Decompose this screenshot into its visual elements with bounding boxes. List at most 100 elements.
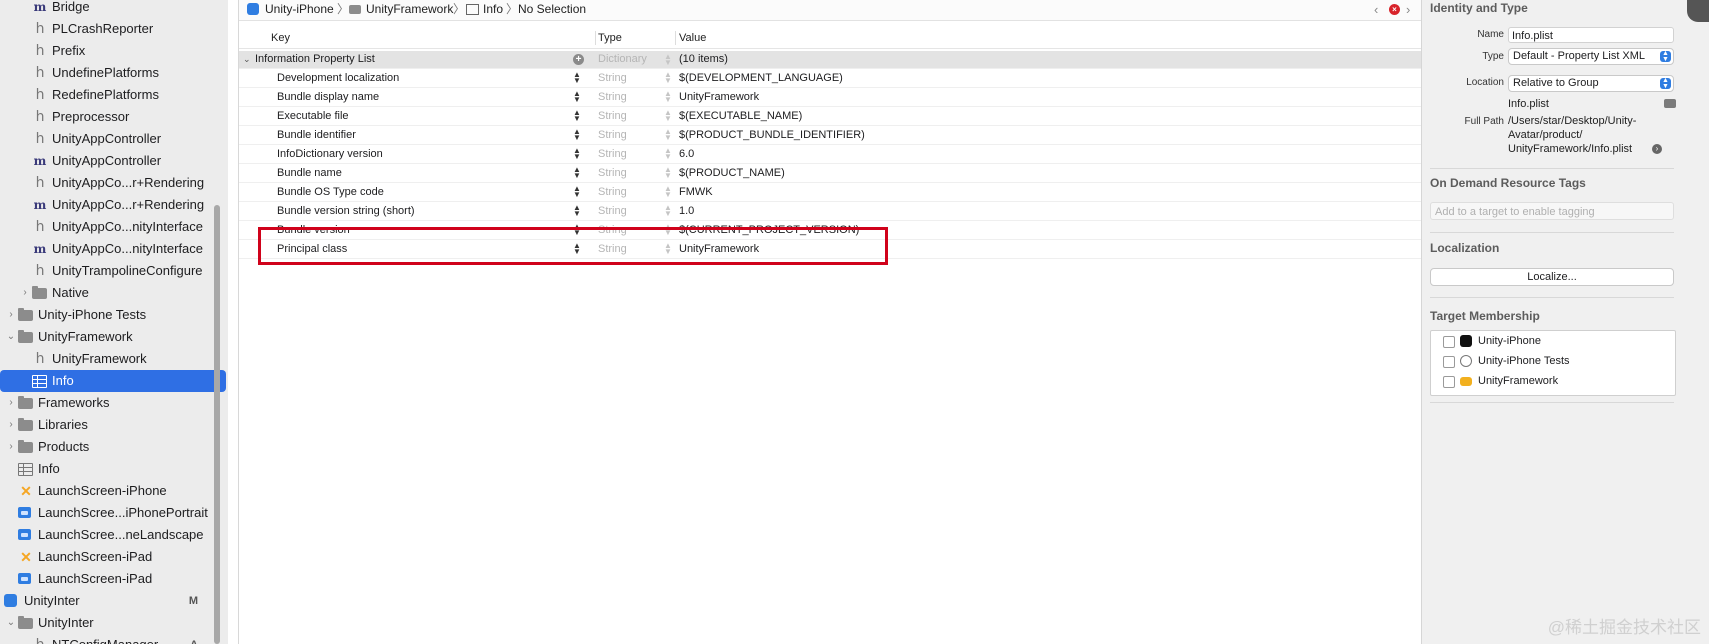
plist-value[interactable]: 1.0 [679,202,694,220]
tags-field[interactable]: Add to a target to enable tagging [1430,202,1674,220]
key-stepper-icon[interactable]: ▲ ▼ [573,147,581,161]
navigator-item[interactable]: h UnityFramework [0,348,228,370]
plist-row[interactable]: Bundle version string (short) ▲ ▼ String ▲ ▼ 1… [239,202,1421,221]
plist-value[interactable]: FMWK [679,183,713,201]
chevron-down-icon[interactable]: ⌄ [5,612,17,634]
navigator-item[interactable]: ⌄ UnityInter [0,612,228,634]
navigator-item[interactable]: › Unity-iPhone Tests [0,304,228,326]
navigator-item[interactable]: ⌄ UnityInter M [0,590,228,612]
reveal-arrow-icon[interactable]: › [1652,144,1662,154]
chevron-down-icon[interactable]: ⌄ [243,51,251,68]
navigator-item[interactable]: LaunchScree...neLandscape [0,524,228,546]
error-icon[interactable]: × [1389,4,1400,15]
type-stepper-icon[interactable]: ▲ ▼ [664,53,672,67]
key-stepper-icon[interactable]: ▲ ▼ [573,185,581,199]
plist-key[interactable]: Bundle name [277,164,342,182]
plist-row[interactable]: Bundle display name ▲ ▼ String ▲ ▼ UnityFramew… [239,88,1421,107]
plist-key[interactable]: Bundle OS Type code [277,183,384,201]
back-arrow-icon[interactable]: ‹ [1374,1,1378,19]
plist-type[interactable]: String [598,202,627,220]
target-row[interactable]: UnityFramework [1431,371,1675,391]
plist-key[interactable]: InfoDictionary version [277,145,383,163]
type-stepper-icon[interactable]: ▲ ▼ [664,109,672,123]
crumb-selection[interactable]: No Selection [518,0,586,18]
plist-value[interactable]: 6.0 [679,145,694,163]
plist-row[interactable]: InfoDictionary version ▲ ▼ String ▲ ▼ 6.0 [239,145,1421,164]
plist-row[interactable]: Bundle name ▲ ▼ String ▲ ▼ $(PRODUCT_NAME) [239,164,1421,183]
forward-arrow-icon[interactable]: › [1406,1,1410,19]
type-stepper-icon[interactable]: ▲ ▼ [664,185,672,199]
plist-value[interactable]: $(PRODUCT_NAME) [679,164,785,182]
navigator-item[interactable]: h UnityAppController [0,128,228,150]
plist-key[interactable]: Executable file [277,107,349,125]
navigator-item[interactable]: LaunchScree...iPhonePortrait [0,502,228,524]
add-item-icon[interactable]: + [573,54,584,65]
key-stepper-icon[interactable]: ▲ ▼ [573,71,581,85]
type-column-header[interactable]: Type [598,28,622,48]
plist-type[interactable]: String [598,126,627,144]
navigator-item[interactable]: › Frameworks [0,392,228,414]
plist-value[interactable]: $(PRODUCT_BUNDLE_IDENTIFIER) [679,126,865,144]
type-stepper-icon[interactable]: ▲ ▼ [664,128,672,142]
plist-type[interactable]: String [598,69,627,87]
plist-key[interactable]: Bundle version string (short) [277,202,415,220]
folder-icon[interactable] [1664,99,1676,108]
chevron-right-icon[interactable]: › [5,436,17,458]
navigator-item[interactable]: h UnityAppCo...r+Rendering [0,172,228,194]
root-type[interactable]: Dictionary [598,51,647,68]
key-column-header[interactable]: Key [271,28,290,48]
name-field[interactable]: Info.plist [1508,27,1674,43]
navigator-item[interactable]: ✕ LaunchScreen-iPad [0,546,228,568]
navigator-item[interactable]: h UnityAppCo...nityInterface [0,216,228,238]
value-column-header[interactable]: Value [679,28,706,48]
location-select[interactable]: Relative to Group ▲ ▼ [1508,75,1674,92]
plist-row[interactable]: Bundle identifier ▲ ▼ String ▲ ▼ $(PRODUCT_BUN… [239,126,1421,145]
navigator-item[interactable]: Info [0,370,226,392]
plist-value[interactable]: $(DEVELOPMENT_LANGUAGE) [679,69,843,87]
target-row[interactable]: Unity-iPhone Tests [1431,351,1675,371]
navigator-item[interactable]: ✕ LaunchScreen-iPhone [0,480,228,502]
navigator-item[interactable]: h NTConfigManager A [0,634,228,644]
column-divider[interactable] [595,31,596,45]
navigator-item[interactable]: h Prefix [0,40,228,62]
navigator-item[interactable]: m Bridge [0,0,228,18]
navigator-item[interactable]: › Native [0,282,228,304]
type-stepper-icon[interactable]: ▲ ▼ [664,204,672,218]
navigator-item[interactable]: ⌄ UnityFramework [0,326,228,348]
chevron-down-icon[interactable]: ⌄ [0,590,3,612]
chevron-down-icon[interactable]: ⌄ [5,326,17,348]
plist-type[interactable]: String [598,107,627,125]
localize-button[interactable]: Localize... [1430,268,1674,286]
navigator-item[interactable]: m UnityAppCo...r+Rendering [0,194,228,216]
avatar[interactable] [1687,0,1709,22]
plist-row[interactable]: Executable file ▲ ▼ String ▲ ▼ $(EXECUTABLE_NA… [239,107,1421,126]
navigator-item[interactable]: h RedefinePlatforms [0,84,228,106]
target-checkbox[interactable] [1443,376,1455,388]
navigator-item[interactable]: h UnityTrampolineConfigure [0,260,228,282]
type-stepper-icon[interactable]: ▲ ▼ [664,71,672,85]
plist-row[interactable]: Development localization ▲ ▼ String ▲ ▼ $(DEVE… [239,69,1421,88]
navigator-item[interactable]: m UnityAppCo...nityInterface [0,238,228,260]
navigator-item[interactable]: › Libraries [0,414,228,436]
navigator-item[interactable]: Info [0,458,228,480]
chevron-right-icon[interactable]: › [5,392,17,414]
key-stepper-icon[interactable]: ▲ ▼ [573,166,581,180]
plist-value[interactable]: $(EXECUTABLE_NAME) [679,107,802,125]
navigator-item[interactable]: h UndefinePlatforms [0,62,228,84]
crumb-project[interactable]: Unity-iPhone [265,0,334,18]
navigator-item[interactable]: LaunchScreen-iPad [0,568,228,590]
navigator-scrollbar[interactable] [214,205,220,644]
target-checkbox[interactable] [1443,336,1455,348]
plist-type[interactable]: String [598,164,627,182]
navigator-item[interactable]: h PLCrashReporter [0,18,228,40]
navigator-item[interactable]: › Products [0,436,228,458]
type-stepper-icon[interactable]: ▲ ▼ [664,90,672,104]
plist-key[interactable]: Development localization [277,69,399,87]
navigator-item[interactable]: h Preprocessor [0,106,228,128]
key-stepper-icon[interactable]: ▲ ▼ [573,128,581,142]
key-stepper-icon[interactable]: ▲ ▼ [573,109,581,123]
navigator-item[interactable]: m UnityAppController [0,150,228,172]
chevron-right-icon[interactable]: › [19,282,31,304]
plist-key[interactable]: Bundle display name [277,88,379,106]
target-checkbox[interactable] [1443,356,1455,368]
